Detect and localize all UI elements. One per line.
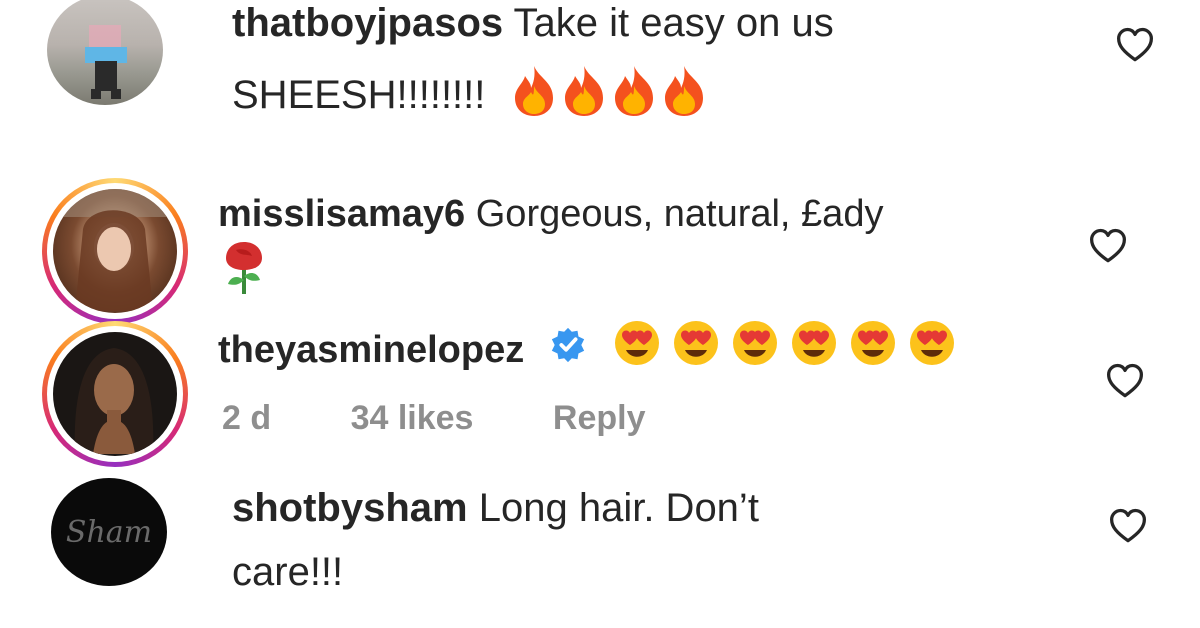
- reply-button[interactable]: Reply: [553, 399, 646, 437]
- comment-username[interactable]: misslisamay6: [218, 193, 465, 235]
- rose-emoji: [222, 240, 266, 299]
- comment-username[interactable]: thatboyjpasos: [232, 1, 503, 45]
- comment-item: Sham shotbysham Long hair. Don’t care!!!: [0, 470, 1200, 628]
- avatar-photo: [74, 348, 154, 454]
- comment-meta: 2 d 34 likes Reply: [222, 399, 716, 438]
- heart-eyes-emoji-group: [613, 319, 963, 385]
- comment-time: 2 d: [222, 399, 272, 437]
- avatar-logo: Sham: [66, 515, 152, 550]
- svg-text:Sham: Sham: [66, 515, 152, 550]
- avatar: [53, 332, 177, 456]
- comment-text: Long hair. Don’t: [478, 486, 759, 530]
- comment-text: care!!!: [232, 550, 344, 594]
- heart-outline-icon[interactable]: [1088, 228, 1128, 264]
- heart-eyes-emoji: [615, 321, 955, 365]
- comment-text: Take it easy on us: [513, 1, 834, 45]
- comment-item: misslisamay6 Gorgeous, natural, £ady: [0, 170, 1200, 324]
- fire-emoji: [514, 66, 703, 116]
- comment-username[interactable]: theyasminelopez: [218, 329, 524, 371]
- comment-text: Gorgeous, natural, £ady: [475, 193, 884, 235]
- comment-username[interactable]: shotbysham: [232, 486, 468, 530]
- avatar-story-ring[interactable]: [42, 178, 188, 324]
- avatar-photo: [53, 189, 175, 311]
- fire-emoji-group: [509, 62, 709, 133]
- comment-likes[interactable]: 34 likes: [351, 399, 474, 437]
- avatar[interactable]: Sham: [51, 478, 167, 586]
- heart-outline-icon[interactable]: [1108, 508, 1148, 544]
- avatar: [53, 189, 177, 313]
- heart-outline-icon[interactable]: [1105, 363, 1145, 399]
- avatar-story-ring[interactable]: [42, 321, 188, 467]
- avatar[interactable]: [47, 0, 163, 105]
- avatar-photo: [85, 25, 127, 99]
- comment-text: SHEESH!!!!!!!!: [232, 73, 486, 118]
- heart-outline-icon[interactable]: [1115, 27, 1155, 63]
- comment-item: theyasminelopez 2 d 34 likes Reply: [0, 315, 1200, 467]
- verified-badge-icon: [549, 322, 587, 382]
- comment-item: thatboyjpasos Take it easy on us SHEESH!…: [0, 0, 1200, 140]
